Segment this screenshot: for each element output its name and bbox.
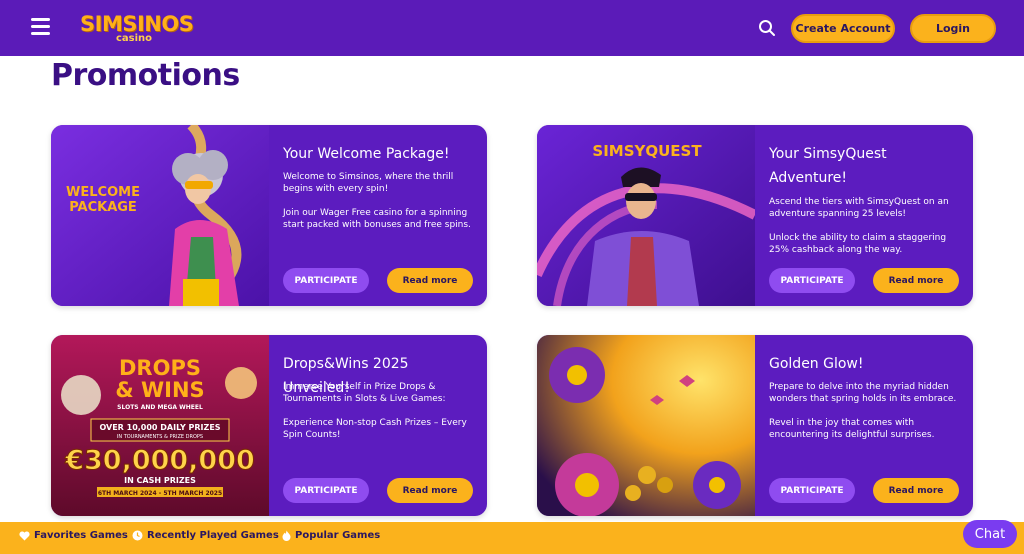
read-more-button[interactable]: Read more (873, 478, 959, 503)
promo-image-welcome: WELCOME PACKAGE (51, 125, 269, 306)
read-more-button[interactable]: Read more (387, 478, 473, 503)
dates-image-text: 6TH MARCH 2024 - 5TH MARCH 2025 (98, 490, 222, 497)
card-description: Join our Wager Free casino for a spinnin… (283, 208, 471, 230)
bottom-quick-bar: Favorites Games Recently Played Games Po… (0, 522, 1024, 554)
promo-card-welcome: WELCOME PACKAGE Your Welcome Package! We… (51, 125, 487, 306)
promo-image-golden-glow (537, 335, 755, 516)
promo-card-drops-wins: DROPS & WINS SLOTS AND MEGA WHEEL OVER 1… (51, 335, 487, 516)
recently-played-link[interactable]: Recently Played Games (132, 530, 279, 541)
card-description: Ascend the tiers with SimsyQuest on an a… (769, 197, 949, 219)
recently-played-label: Recently Played Games (147, 530, 279, 541)
card-title: Golden Glow! (769, 356, 864, 372)
card-description: Revel in the joy that comes with encount… (769, 418, 935, 440)
participate-button[interactable]: PARTICIPATE (769, 478, 855, 503)
drops-image-text: DROPS (119, 356, 201, 380)
card-title: Your SimsyQuest Adventure! (769, 146, 887, 186)
daily-prizes-image-text: OVER 10,000 DAILY PRIZES (99, 423, 220, 432)
card-description: Unlock the ability to claim a staggering… (769, 233, 947, 255)
read-more-button[interactable]: Read more (873, 268, 959, 293)
promo-image-drops-wins: DROPS & WINS SLOTS AND MEGA WHEEL OVER 1… (51, 335, 269, 516)
card-title: Your Welcome Package! (283, 146, 450, 162)
promo-image-simsyquest: SIMSYQUEST (537, 125, 755, 306)
page-title: Promotions (51, 58, 240, 93)
promo-card-golden-glow: Golden Glow! Prepare to delve into the m… (537, 335, 973, 516)
card-description: Welcome to Simsinos, where the thrill be… (283, 172, 454, 194)
cash-prizes-image-text: IN CASH PRIZES (124, 476, 196, 485)
favorites-games-label: Favorites Games (34, 530, 128, 541)
tournaments-image-text: IN TOURNAMENTS & PRIZE DROPS (117, 434, 203, 440)
create-account-button[interactable]: Create Account (791, 14, 895, 43)
fire-icon (282, 530, 291, 541)
logo-subtitle: casino (116, 33, 153, 44)
simsyquest-image-text: SIMSYQUEST (592, 142, 702, 160)
heart-icon (19, 530, 30, 540)
chat-button[interactable]: Chat (963, 520, 1017, 548)
card-description: Experience Non-stop Cash Prizes – Every … (283, 418, 467, 440)
popular-games-label: Popular Games (295, 530, 381, 541)
participate-button[interactable]: PARTICIPATE (769, 268, 855, 293)
top-header: SIMSINOS casino Create Account Login (0, 0, 1024, 56)
wins-image-text: & WINS (115, 378, 204, 402)
search-icon[interactable] (757, 18, 777, 38)
favorites-games-link[interactable]: Favorites Games (19, 530, 128, 541)
promo-card-simsyquest: SIMSYQUEST Your SimsyQuest Adventure! As… (537, 125, 973, 306)
menu-icon[interactable] (31, 18, 50, 35)
card-description: Prepare to delve into the myriad hidden … (769, 382, 957, 404)
clock-icon (132, 530, 143, 541)
slots-image-text: SLOTS AND MEGA WHEEL (117, 404, 203, 411)
participate-button[interactable]: PARTICIPATE (283, 478, 369, 503)
card-description: Immerse Yourself in Prize Drops & Tourna… (283, 382, 446, 404)
popular-games-link[interactable]: Popular Games (282, 530, 380, 541)
participate-button[interactable]: PARTICIPATE (283, 268, 369, 293)
welcome-image-text-line2: PACKAGE (69, 200, 137, 215)
read-more-button[interactable]: Read more (387, 268, 473, 293)
welcome-image-text-line1: WELCOME (66, 185, 140, 200)
prize-amount-image-text: €30,000,000 (64, 445, 255, 476)
login-button[interactable]: Login (910, 14, 996, 43)
site-logo[interactable]: SIMSINOS casino (80, 12, 194, 44)
